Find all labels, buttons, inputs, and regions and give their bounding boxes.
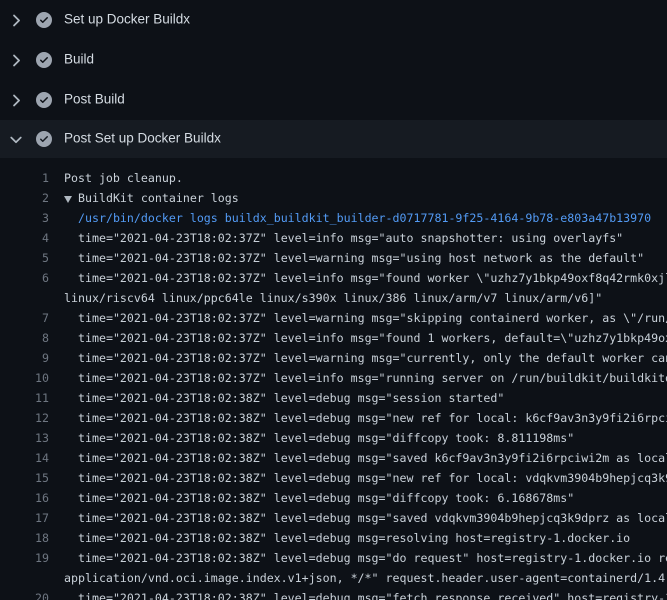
line-number (0, 568, 49, 588)
line-number[interactable]: 11 (0, 388, 49, 408)
chevron-right-icon (6, 11, 25, 30)
line-number[interactable]: 8 (0, 328, 49, 348)
log-line: 5 time="2021-04-23T18:02:37Z" level=warni… (0, 248, 667, 268)
log-text: time="2021-04-23T18:02:37Z" level=info m… (78, 228, 623, 248)
step-title: Set up Docker Buildx (64, 12, 190, 27)
log-text: time="2021-04-23T18:02:38Z" level=debug … (78, 508, 667, 528)
chevron-down-icon (7, 131, 25, 149)
log-line: 20 time="2021-04-23T18:02:38Z" level=debu… (0, 588, 667, 600)
log-command-text: /usr/bin/docker logs buildx_buildkit_bui… (78, 208, 651, 228)
log-line: 18 time="2021-04-23T18:02:38Z" level=debu… (0, 528, 667, 548)
log-line: 16 time="2021-04-23T18:02:38Z" level=debu… (0, 488, 667, 508)
actions-log-panel: Set up Docker Buildx Build Post Build Post … (0, 0, 667, 600)
log-line: 17 time="2021-04-23T18:02:38Z" level=debu… (0, 508, 667, 528)
line-number[interactable]: 7 (0, 308, 49, 328)
triangle-down-icon[interactable] (64, 188, 78, 208)
step-header-3[interactable]: Post Build (0, 80, 667, 120)
line-number (0, 288, 49, 308)
log-line-continuation: application/vnd.oci.image.index.v1+json,… (0, 568, 667, 588)
line-number[interactable]: 3 (0, 208, 49, 228)
check-circle-icon (36, 12, 52, 28)
log-text: time="2021-04-23T18:02:38Z" level=debug … (78, 448, 667, 468)
log-text: time="2021-04-23T18:02:38Z" level=debug … (78, 388, 504, 408)
steps-list: Set up Docker Buildx Build Post Build Post … (0, 0, 667, 158)
log-line: 7 time="2021-04-23T18:02:37Z" level=warni… (0, 308, 667, 328)
line-number[interactable]: 16 (0, 488, 49, 508)
log-line: 4 time="2021-04-23T18:02:37Z" level=info … (0, 228, 667, 248)
log-text: time="2021-04-23T18:02:37Z" level=info m… (78, 368, 667, 388)
log-text: time="2021-04-23T18:02:37Z" level=info m… (78, 328, 667, 348)
log-line-continuation: linux/riscv64 linux/ppc64le linux/s390x … (0, 288, 667, 308)
line-number[interactable]: 5 (0, 248, 49, 268)
log-text: time="2021-04-23T18:02:38Z" level=debug … (78, 468, 667, 488)
step-title: Post Build (64, 92, 125, 107)
line-number[interactable]: 9 (0, 348, 49, 368)
line-number[interactable]: 2 (0, 188, 49, 208)
log-line: 19 time="2021-04-23T18:02:38Z" level=debu… (0, 548, 667, 568)
log-text: time="2021-04-23T18:02:38Z" level=debug … (78, 488, 574, 508)
step-header-4[interactable]: Post Set up Docker Buildx (0, 120, 667, 158)
line-number[interactable]: 10 (0, 368, 49, 388)
line-number[interactable]: 13 (0, 428, 49, 448)
line-number[interactable]: 4 (0, 228, 49, 248)
log-line: 12 time="2021-04-23T18:02:38Z" level=debu… (0, 408, 667, 428)
log-text: time="2021-04-23T18:02:38Z" level=debug … (78, 428, 574, 448)
check-circle-icon (36, 92, 52, 108)
log-line: 3/usr/bin/docker logs buildx_buildkit_bu… (0, 208, 667, 228)
check-circle-icon (36, 131, 52, 147)
chevron-right-icon (6, 51, 25, 70)
log-view: 1 Post job cleanup. 2 BuildKit container lo… (0, 158, 667, 600)
log-text: time="2021-04-23T18:02:37Z" level=warnin… (78, 248, 644, 268)
log-line: 13 time="2021-04-23T18:02:38Z" level=debu… (0, 428, 667, 448)
log-text: time="2021-04-23T18:02:38Z" level=debug … (78, 528, 630, 548)
log-line: 1 Post job cleanup. (0, 168, 667, 188)
line-number[interactable]: 17 (0, 508, 49, 528)
log-line: 15 time="2021-04-23T18:02:38Z" level=debu… (0, 468, 667, 488)
log-line: 2 BuildKit container logs (0, 188, 667, 208)
log-line: 10 time="2021-04-23T18:02:37Z" level=info… (0, 368, 667, 388)
step-title: Build (64, 52, 94, 67)
line-number[interactable]: 19 (0, 548, 49, 568)
line-number[interactable]: 18 (0, 528, 49, 548)
check-circle-icon (36, 52, 52, 68)
log-text: time="2021-04-23T18:02:38Z" level=debug … (78, 588, 667, 600)
log-text: BuildKit container logs (64, 188, 239, 208)
step-header-2[interactable]: Build (0, 40, 667, 80)
line-number[interactable]: 12 (0, 408, 49, 428)
line-number[interactable]: 20 (0, 588, 49, 600)
log-line: 11 time="2021-04-23T18:02:38Z" level=debu… (0, 388, 667, 408)
log-line: 8 time="2021-04-23T18:02:37Z" level=info … (0, 328, 667, 348)
line-number[interactable]: 1 (0, 168, 49, 188)
step-title: Post Set up Docker Buildx (64, 131, 221, 146)
log-text: time="2021-04-23T18:02:38Z" level=debug … (78, 408, 667, 428)
log-line: 14 time="2021-04-23T18:02:38Z" level=debu… (0, 448, 667, 468)
log-text: time="2021-04-23T18:02:37Z" level=warnin… (78, 348, 667, 368)
log-line: 6 time="2021-04-23T18:02:37Z" level=info … (0, 268, 667, 288)
log-line: 9 time="2021-04-23T18:02:37Z" level=warni… (0, 348, 667, 368)
line-number[interactable]: 15 (0, 468, 49, 488)
log-text: linux/riscv64 linux/ppc64le linux/s390x … (64, 288, 602, 308)
log-text: time="2021-04-23T18:02:37Z" level=warnin… (78, 308, 667, 328)
log-text: Post job cleanup. (64, 168, 183, 188)
log-text: application/vnd.oci.image.index.v1+json,… (64, 568, 667, 588)
log-text: time="2021-04-23T18:02:38Z" level=debug … (78, 548, 667, 568)
log-text: time="2021-04-23T18:02:37Z" level=info m… (78, 268, 667, 288)
chevron-right-icon (6, 91, 25, 110)
step-header-1[interactable]: Set up Docker Buildx (0, 0, 667, 40)
line-number[interactable]: 14 (0, 448, 49, 468)
line-number[interactable]: 6 (0, 268, 49, 288)
